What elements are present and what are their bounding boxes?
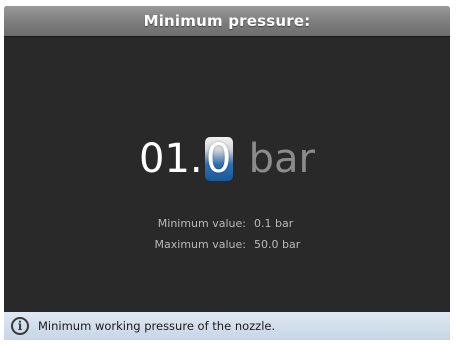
title-bar: Minimum pressure: <box>4 6 450 37</box>
maximum-limit-row: Maximum value: 50.0 bar <box>4 234 450 255</box>
page-title: Minimum pressure: <box>143 12 311 30</box>
info-icon: i <box>11 317 29 335</box>
minimum-label: Minimum value: <box>157 217 246 230</box>
info-text: Minimum working pressure of the nozzle. <box>38 319 276 333</box>
limits-panel: Minimum value: 0.1 bar Maximum value: 50… <box>4 213 450 255</box>
settings-screen: Minimum pressure: 01. 0 bar Minimum valu… <box>4 6 450 340</box>
minimum-limit-row: Minimum value: 0.1 bar <box>4 213 450 234</box>
minimum-value: 0.1 bar <box>254 217 294 230</box>
value-editor[interactable]: 01. 0 bar <box>4 134 450 184</box>
maximum-label: Maximum value: <box>154 238 246 251</box>
value-unit: bar <box>248 136 315 182</box>
value-digits: 01. <box>139 136 203 182</box>
maximum-value: 50.0 bar <box>254 238 301 251</box>
info-bar: i Minimum working pressure of the nozzle… <box>4 312 450 340</box>
active-digit-cursor[interactable]: 0 <box>204 137 233 181</box>
